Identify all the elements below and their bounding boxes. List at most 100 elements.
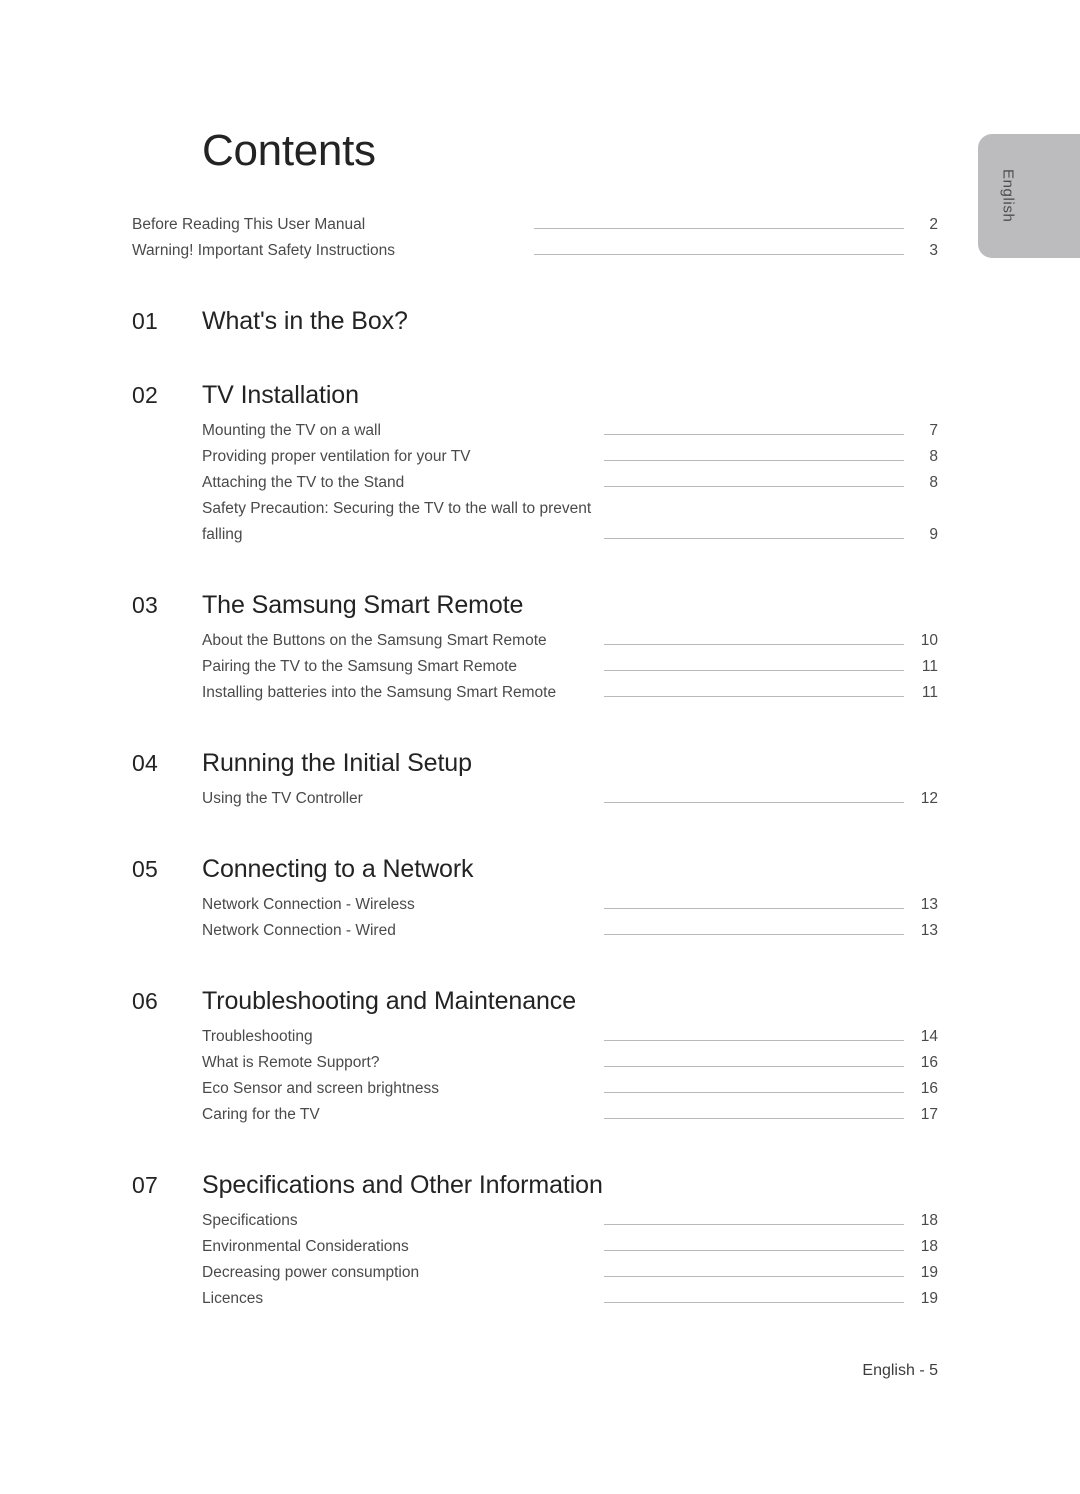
toc-entry-row[interactable]: Network Connection - Wired 13 <box>132 918 938 944</box>
chapter-entry-list: Specifications 18 Environmental Considerat… <box>132 1208 938 1312</box>
toc-page-number: 19 <box>920 1290 938 1307</box>
toc-entry-row[interactable]: Troubleshooting 14 <box>132 1024 938 1050</box>
toc-leader-line <box>604 486 904 487</box>
toc-entry-row[interactable]: Pairing the TV to the Samsung Smart Remo… <box>132 654 938 680</box>
chapter-number: 05 <box>132 856 158 882</box>
toc-page-number: 10 <box>920 632 938 649</box>
toc-page-number: 14 <box>920 1028 938 1045</box>
toc-entry-label: About the Buttons on the Samsung Smart R… <box>202 632 547 649</box>
toc-page-number: 7 <box>929 422 938 439</box>
chapter-heading[interactable]: 06 Troubleshooting and Maintenance <box>132 984 938 1018</box>
chapter-heading[interactable]: 05 Connecting to a Network <box>132 852 938 886</box>
toc-content-area: Contents Before Reading This User Manual… <box>132 120 938 1312</box>
toc-entry-label: Decreasing power consumption <box>202 1264 420 1281</box>
toc-entry-row[interactable]: Network Connection - Wireless 13 <box>132 892 938 918</box>
chapter-block: 02 TV Installation Mounting the TV on a wa… <box>132 378 938 548</box>
toc-leader-line <box>604 1092 904 1093</box>
toc-leader-line <box>604 1040 904 1041</box>
toc-entry-row[interactable]: Environmental Considerations 18 <box>132 1234 938 1260</box>
toc-page-number: 2 <box>929 216 938 233</box>
toc-page-number: 13 <box>920 896 938 913</box>
toc-page-number: 11 <box>921 684 938 701</box>
toc-entry-row[interactable]: What is Remote Support? 16 <box>132 1050 938 1076</box>
chapter-number: 06 <box>132 988 158 1014</box>
toc-entry-label: Mounting the TV on a wall <box>202 422 381 439</box>
chapter-block: 01 What's in the Box? <box>132 304 938 338</box>
toc-entry-label: Safety Precaution: Securing the TV to th… <box>202 500 592 543</box>
toc-leader-line <box>604 908 904 909</box>
toc-entry-row[interactable]: Before Reading This User Manual 2 <box>132 212 938 238</box>
chapter-entry-list: Troubleshooting 14 What is Remote Support?… <box>132 1024 938 1128</box>
toc-entry-row[interactable]: Providing proper ventilation for your TV… <box>132 444 938 470</box>
toc-entry-row[interactable]: About the Buttons on the Samsung Smart R… <box>132 628 938 654</box>
chapter-title: The Samsung Smart Remote <box>202 591 524 619</box>
toc-leader-line <box>604 696 904 697</box>
toc-page-number: 18 <box>920 1238 938 1255</box>
toc-leader-line <box>604 670 904 671</box>
toc-entry-row[interactable]: Installing batteries into the Samsung Sm… <box>132 680 938 706</box>
toc-entry-label: Environmental Considerations <box>202 1238 409 1255</box>
toc-entry-label: Pairing the TV to the Samsung Smart Remo… <box>202 658 518 675</box>
toc-leader-line <box>604 1118 904 1119</box>
page-footer: English - 5 <box>862 1362 938 1379</box>
toc-page-number: 16 <box>920 1080 938 1097</box>
toc-entry-row[interactable]: Eco Sensor and screen brightness 16 <box>132 1076 938 1102</box>
toc-leader-line <box>604 460 904 461</box>
chapter-block: 05 Connecting to a Network Network Connect… <box>132 852 938 944</box>
toc-entry-label: Warning! Important Safety Instructions <box>132 242 396 259</box>
toc-entry-label: Network Connection - Wired <box>202 922 396 939</box>
toc-leader-line <box>604 1066 904 1067</box>
chapter-title: Running the Initial Setup <box>202 749 472 777</box>
toc-page-number: 16 <box>920 1054 938 1071</box>
toc-leader-line <box>604 802 904 803</box>
toc-entry-label: Before Reading This User Manual <box>132 216 366 233</box>
toc-entry-row[interactable]: Specifications 18 <box>132 1208 938 1234</box>
toc-entry-label: Eco Sensor and screen brightness <box>202 1080 439 1097</box>
toc-page-number: 17 <box>920 1106 938 1123</box>
toc-entry-label: Providing proper ventilation for your TV <box>202 448 471 465</box>
chapter-title: Specifications and Other Information <box>202 1171 603 1199</box>
chapter-heading[interactable]: 07 Specifications and Other Information <box>132 1168 938 1202</box>
chapter-entry-list: Using the TV Controller 12 <box>132 786 938 812</box>
toc-page-number: 12 <box>920 790 938 807</box>
toc-entry-row[interactable]: Caring for the TV 17 <box>132 1102 938 1128</box>
chapter-heading[interactable]: 04 Running the Initial Setup <box>132 746 938 780</box>
toc-entry-row[interactable]: Mounting the TV on a wall 7 <box>132 418 938 444</box>
front-matter-list: Before Reading This User Manual 2 Warning!… <box>132 212 938 264</box>
toc-leader-line <box>534 254 904 255</box>
chapter-number: 02 <box>132 382 158 408</box>
toc-entry-row[interactable]: Licences 19 <box>132 1286 938 1312</box>
toc-entry-row[interactable]: Attaching the TV to the Stand 8 <box>132 470 938 496</box>
chapter-entry-list: Network Connection - Wireless 13 Network C… <box>132 892 938 944</box>
toc-leader-line <box>604 934 904 935</box>
chapter-entry-list: About the Buttons on the Samsung Smart R… <box>132 628 938 706</box>
chapter-heading[interactable]: 02 TV Installation <box>132 378 938 412</box>
toc-entry-label: Installing batteries into the Samsung Sm… <box>202 684 557 701</box>
toc-page-number: 9 <box>929 526 938 543</box>
toc-entry-row[interactable]: Warning! Important Safety Instructions 3 <box>132 238 938 264</box>
toc-entry-label: Licences <box>202 1290 264 1307</box>
toc-entry-label: Using the TV Controller <box>202 790 363 807</box>
toc-leader-line <box>604 434 904 435</box>
chapter-heading[interactable]: 03 The Samsung Smart Remote <box>132 588 938 622</box>
toc-entry-row[interactable]: Safety Precaution: Securing the TV to th… <box>132 496 938 548</box>
chapter-block: 03 The Samsung Smart Remote About the Butt… <box>132 588 938 706</box>
chapter-number: 04 <box>132 750 158 776</box>
toc-page-number: 8 <box>929 474 938 491</box>
chapter-title: Troubleshooting and Maintenance <box>202 987 577 1015</box>
chapter-title: What's in the Box? <box>202 307 408 335</box>
toc-entry-row[interactable]: Using the TV Controller 12 <box>132 786 938 812</box>
chapter-heading[interactable]: 01 What's in the Box? <box>132 304 938 338</box>
toc-entry-label: Caring for the TV <box>202 1106 320 1123</box>
toc-entry-label: Troubleshooting <box>202 1028 313 1045</box>
chapter-number: 01 <box>132 308 158 334</box>
toc-leader-line <box>604 1276 904 1277</box>
toc-entry-row[interactable]: Decreasing power consumption 19 <box>132 1260 938 1286</box>
toc-leader-line <box>604 538 904 539</box>
chapter-block: 07 Specifications and Other Information Sp… <box>132 1168 938 1312</box>
language-tab-label: English <box>999 169 1017 223</box>
toc-page-number: 19 <box>920 1264 938 1281</box>
toc-page-number: 11 <box>921 658 938 675</box>
document-page: English Contents Before Reading This Use… <box>0 0 1080 1494</box>
page-title: Contents <box>202 126 376 175</box>
